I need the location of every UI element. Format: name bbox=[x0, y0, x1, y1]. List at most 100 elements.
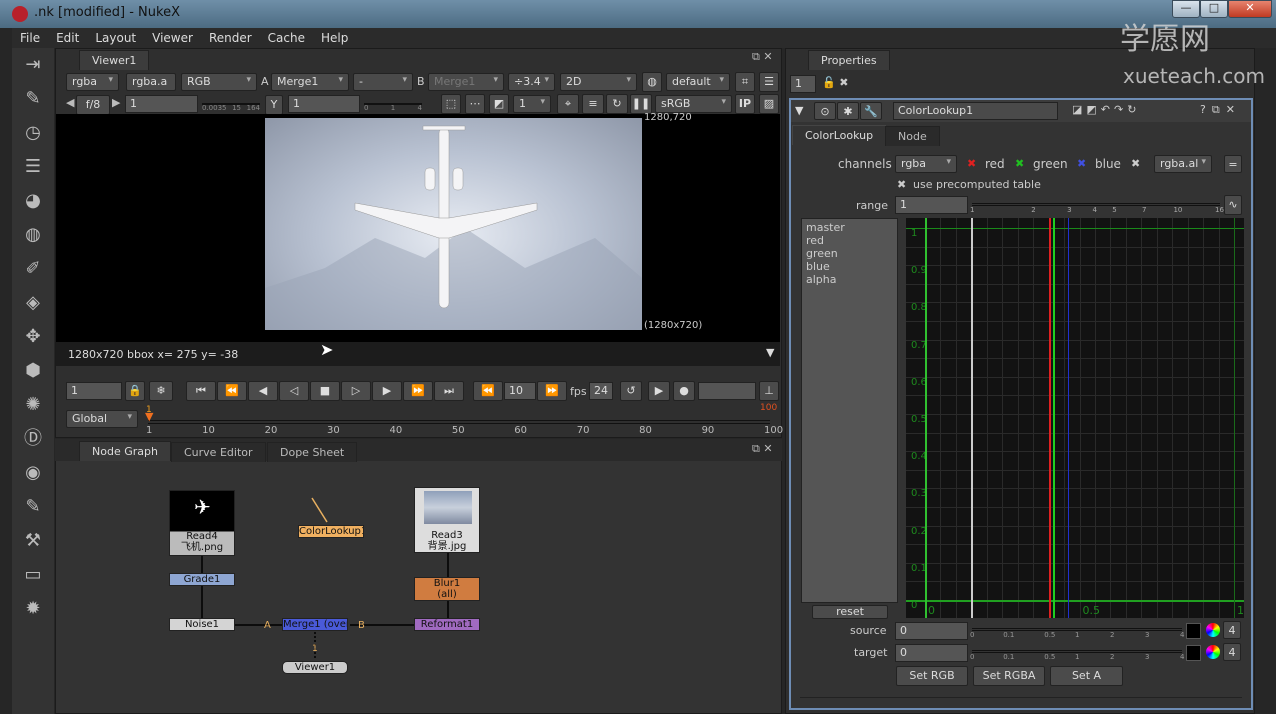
deep-icon[interactable]: Ⓓ bbox=[12, 422, 54, 456]
b-input-dropdown[interactable]: Merge1 bbox=[428, 73, 504, 91]
ip-button[interactable]: IP bbox=[735, 94, 755, 114]
frame-field[interactable]: 1 bbox=[66, 382, 122, 400]
wipe-op-dropdown[interactable]: - bbox=[353, 73, 413, 91]
blue-checkbox[interactable]: ✖ bbox=[1077, 157, 1086, 170]
source-color-wheel-icon[interactable] bbox=[1206, 623, 1220, 637]
menu-file[interactable]: File bbox=[12, 28, 48, 48]
downscale-dropdown[interactable]: ÷3.4 bbox=[508, 73, 555, 91]
lock-clear-icons[interactable]: 🔓 ✖ bbox=[822, 76, 848, 89]
target-swatch[interactable] bbox=[1186, 645, 1201, 661]
source-swatch[interactable] bbox=[1186, 623, 1201, 639]
curve-editor[interactable]: 1 0.9 0.8 0.7 0.6 0.5 0.4 0.3 0.2 0.1 0 0 0.5 1 bbox=[906, 218, 1244, 618]
roi-icon[interactable]: ⌗ bbox=[735, 72, 755, 92]
tab-node-graph[interactable]: Node Graph bbox=[79, 441, 171, 461]
menu-edit[interactable]: Edit bbox=[48, 28, 87, 48]
node-reformat1[interactable]: Reformat1 bbox=[414, 618, 480, 631]
region-icon[interactable]: ⬚ bbox=[441, 94, 461, 114]
draw-icon[interactable]: ✎ bbox=[12, 82, 54, 116]
record-icon[interactable]: ● bbox=[673, 381, 695, 401]
channels-dropdown[interactable]: rgba bbox=[895, 155, 957, 173]
first-frame-icon[interactable]: ⏮ bbox=[186, 381, 216, 401]
node-read4[interactable]: Read4 飞机.png ✈ bbox=[169, 490, 235, 556]
tab-properties[interactable]: Properties bbox=[808, 50, 890, 70]
node-name-field[interactable]: ColorLookup1 bbox=[893, 102, 1058, 120]
playhead-icon[interactable]: ▼ bbox=[145, 410, 153, 423]
precomputed-checkbox[interactable]: ✖ bbox=[897, 178, 906, 191]
pause-icon[interactable]: ❚❚ bbox=[630, 94, 652, 114]
views-icon[interactable]: ◉ bbox=[12, 456, 54, 490]
play-forward-icon[interactable]: ▷ bbox=[341, 381, 371, 401]
channels-dropdown[interactable]: rgba bbox=[66, 73, 119, 91]
menu-layout[interactable]: Layout bbox=[87, 28, 144, 48]
transform-icon[interactable]: ✥ bbox=[12, 320, 54, 354]
node-blur1[interactable]: Blur1 (all) bbox=[414, 577, 480, 601]
fstop-prev-icon[interactable]: ◀ bbox=[66, 96, 74, 109]
target-color-wheel-icon[interactable] bbox=[1206, 645, 1220, 659]
last-frame-icon[interactable]: ⏭ bbox=[434, 381, 464, 401]
prev-key-icon[interactable]: ⏪ bbox=[217, 381, 247, 401]
stripes-icon[interactable]: ▨ bbox=[759, 94, 779, 114]
lut-icon[interactable]: ◍ bbox=[642, 72, 662, 92]
gain-field[interactable]: 1 bbox=[125, 95, 198, 113]
target-channel-count[interactable]: 4 bbox=[1223, 643, 1241, 661]
red-checkbox[interactable]: ✖ bbox=[967, 157, 976, 170]
play-backward-icon[interactable]: ◁ bbox=[279, 381, 309, 401]
lines-icon[interactable]: ≡ bbox=[582, 94, 604, 114]
node-color-icon[interactable]: ✱ bbox=[837, 102, 859, 120]
freeze-icon[interactable]: ❄ bbox=[149, 381, 173, 401]
a-input-dropdown[interactable]: Merge1 bbox=[271, 73, 349, 91]
tab-colorlookup[interactable]: ColorLookup bbox=[792, 125, 887, 145]
curve-item-alpha[interactable]: alpha bbox=[806, 273, 893, 286]
tab-node[interactable]: Node bbox=[885, 126, 940, 146]
maximize-button[interactable]: □ bbox=[1200, 0, 1228, 18]
increment-field[interactable]: 10 bbox=[504, 382, 536, 400]
3d-icon[interactable]: ⬢ bbox=[12, 354, 54, 388]
toolsets-icon[interactable]: ⚒ bbox=[12, 524, 54, 558]
scope-dropdown[interactable]: Global bbox=[66, 410, 138, 428]
curve-item-master[interactable]: master bbox=[806, 221, 893, 234]
link-button[interactable]: = bbox=[1224, 155, 1242, 173]
overlay-icon[interactable]: ◩ bbox=[489, 94, 509, 114]
color-icon[interactable]: ◕ bbox=[12, 184, 54, 218]
channel-icon[interactable]: ☰ bbox=[12, 150, 54, 184]
menu-cache[interactable]: Cache bbox=[260, 28, 313, 48]
green-checkbox[interactable]: ✖ bbox=[1015, 157, 1024, 170]
node-colorlookup1[interactable]: ColorLookup1 bbox=[298, 525, 364, 538]
node-read3[interactable]: Read3 背景.jpg bbox=[414, 487, 480, 553]
node-merge1[interactable]: Merge1 (over) bbox=[282, 618, 348, 631]
range-field[interactable]: 1 bbox=[895, 196, 968, 214]
center-icon[interactable]: ⌖ bbox=[557, 94, 579, 114]
info-expand-icon[interactable]: ▼ bbox=[766, 346, 774, 359]
tab-curve-editor[interactable]: Curve Editor bbox=[171, 442, 266, 462]
loop-icon[interactable]: ↺ bbox=[620, 381, 642, 401]
other-icon[interactable]: ▭ bbox=[12, 558, 54, 592]
lock-icon[interactable]: 🔒 bbox=[125, 381, 145, 401]
particles-icon[interactable]: ✺ bbox=[12, 388, 54, 422]
merge-icon[interactable]: ◈ bbox=[12, 286, 54, 320]
node-viewer1[interactable]: Viewer1 bbox=[282, 661, 348, 674]
filter-icon[interactable]: ◍ bbox=[12, 218, 54, 252]
time-icon[interactable]: ◷ bbox=[12, 116, 54, 150]
view-mode-dropdown[interactable]: 2D bbox=[560, 73, 637, 91]
display-channel-dropdown[interactable]: RGB bbox=[181, 73, 257, 91]
menu-render[interactable]: Render bbox=[201, 28, 260, 48]
node-noise1[interactable]: Noise1 bbox=[169, 618, 235, 631]
minimize-button[interactable]: — bbox=[1172, 0, 1200, 18]
set-rgb-button[interactable]: Set RGB bbox=[896, 666, 968, 686]
default-dropdown[interactable]: default bbox=[666, 73, 730, 91]
curve-item-green[interactable]: green bbox=[806, 247, 893, 260]
skip-back-icon[interactable]: ⏪ bbox=[473, 381, 503, 401]
image-icon[interactable]: ⇥ bbox=[12, 48, 54, 82]
step-forward-icon[interactable]: ▶ bbox=[372, 381, 402, 401]
curve-icon[interactable]: ∿ bbox=[1224, 195, 1242, 215]
colorspace-dropdown[interactable]: sRGB bbox=[655, 95, 732, 113]
wipe-icon[interactable]: ⋯ bbox=[465, 94, 485, 114]
source-field[interactable]: 0 bbox=[895, 622, 968, 640]
settings-icon[interactable]: ☰ bbox=[759, 72, 779, 92]
alpha-dropdown[interactable]: rgba.a bbox=[126, 73, 176, 91]
viewer-node-icon[interactable]: ⊙ bbox=[814, 102, 836, 120]
node-grade1[interactable]: Grade1 bbox=[169, 573, 235, 586]
timeline-range-icon[interactable]: ⊥ bbox=[759, 381, 779, 401]
wrench-icon[interactable]: 🔧 bbox=[860, 102, 882, 120]
stop-icon[interactable]: ■ bbox=[310, 381, 340, 401]
